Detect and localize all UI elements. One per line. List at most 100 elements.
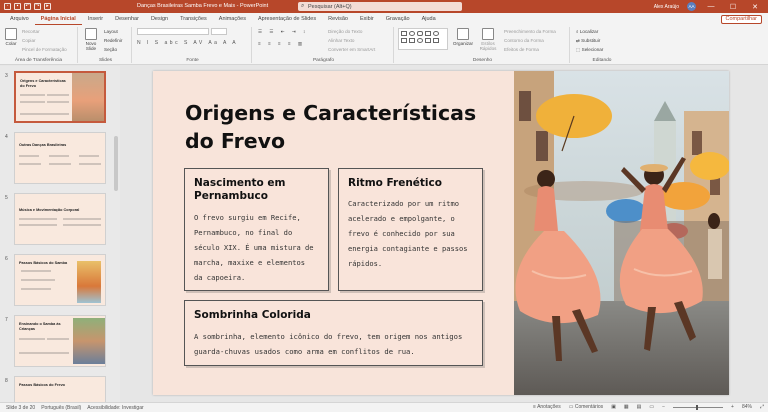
brace-shape-icon[interactable] [433, 38, 439, 43]
tab-exibir[interactable]: Exibir [354, 14, 380, 25]
frevo-dancers-photo[interactable] [514, 71, 729, 395]
card-sombrinha[interactable]: Sombrinha Colorida A sombrinha, elemento… [184, 300, 483, 366]
font-format-buttons[interactable]: N I S abc S AV Aa A A [137, 40, 238, 46]
autosave-icon[interactable]: ◦ [4, 3, 11, 10]
card-heading: Sombrinha Colorida [194, 309, 311, 321]
zoom-in-icon[interactable]: + [731, 404, 734, 410]
title-bar: ◦ ▪ ↶ ↷ ▸ Danças Brasileiras Samba Frevo… [0, 0, 768, 13]
cut-button[interactable]: Recortar [22, 29, 40, 34]
tab-transicoes[interactable]: Transições [174, 14, 213, 25]
slide-sorter-icon[interactable]: ▦ [624, 404, 629, 410]
maximize-button[interactable]: ☐ [726, 3, 740, 11]
circle-shape-icon[interactable] [433, 31, 439, 36]
align-icons[interactable]: ≡ ≡ ≡ ≡ ▥ [258, 41, 305, 47]
normal-view-icon[interactable]: ▣ [611, 404, 616, 410]
slide-thumbnail-panel[interactable]: 3 Origens e Características do Frevo 4 O… [0, 66, 120, 402]
thumbnail-slide-5[interactable]: 5 Música e Movimentação Corporal [0, 193, 120, 249]
close-button[interactable]: ✕ [748, 3, 762, 11]
thumbnail-slide-7[interactable]: 7 Ensinando o Samba às Crianças [0, 315, 120, 371]
save-icon[interactable]: ▪ [14, 3, 21, 10]
textbox-shape-icon[interactable] [425, 31, 431, 36]
tab-desenhar[interactable]: Desenhar [109, 14, 145, 25]
select-button[interactable]: ⬚ Selecionar [576, 47, 603, 53]
star-shape-icon[interactable] [417, 38, 423, 43]
tab-ajuda[interactable]: Ajuda [416, 14, 442, 25]
share-button[interactable]: Compartilhar [720, 15, 762, 24]
line-shape-icon[interactable] [401, 38, 407, 43]
redo-icon[interactable]: ↷ [34, 3, 41, 10]
tab-gravacao[interactable]: Gravação [380, 14, 416, 25]
thumbnail-scrollbar[interactable] [114, 136, 118, 191]
arrange-icon [457, 28, 469, 40]
thumbnail-slide-6[interactable]: 6 Passos Básicos do Samba [0, 254, 120, 310]
slide-canvas[interactable]: Origens e Características do Frevo Nasci… [153, 71, 729, 395]
oval-shape-icon[interactable] [409, 31, 415, 36]
slide-thumbnail[interactable]: Música e Movimentação Corporal [14, 193, 106, 245]
shape-effects-button[interactable]: Efeitos de Forma [504, 47, 539, 52]
quick-styles-icon [482, 28, 494, 40]
arrange-button[interactable]: Organizar [452, 28, 474, 46]
new-slide-button[interactable]: Novo Slide [83, 28, 99, 51]
tab-apresentacao[interactable]: Apresentação de Slides [252, 14, 322, 25]
slideshow-icon[interactable]: ▭ [649, 404, 654, 410]
slide-thumbnail[interactable]: Ensinando o Samba às Crianças [14, 315, 106, 367]
zoom-slider[interactable] [673, 404, 724, 410]
paragraph-group: Direção do Texto Alinhar Texto Converter… [254, 27, 394, 63]
triangle-shape-icon[interactable] [425, 38, 431, 43]
replace-button[interactable]: ⇄ Substituir [576, 38, 600, 44]
tab-inserir[interactable]: Inserir [82, 14, 109, 25]
accessibility-status[interactable]: Acessibilidade: Investigar [87, 405, 143, 411]
smartart-button[interactable]: Converter em SmartArt [328, 47, 375, 52]
zoom-out-icon[interactable]: − [662, 404, 665, 410]
paste-button[interactable]: Colar [3, 28, 19, 46]
layout-button[interactable]: Layout [104, 29, 118, 34]
language-indicator[interactable]: Português (Brasil) [41, 405, 81, 411]
card-ritmo[interactable]: Ritmo Frenético Caracterizado por um rit… [338, 168, 483, 291]
slide-counter: Slide 3 de 20 [6, 404, 36, 411]
shape-fill-button[interactable]: Preenchimento da Forma [504, 29, 556, 34]
zoom-level[interactable]: 84% [742, 404, 752, 410]
user-name[interactable]: Alex Araújo [654, 4, 679, 10]
undo-icon[interactable]: ↶ [24, 3, 31, 10]
find-button[interactable]: ⌕ Localizar [576, 29, 598, 34]
comments-button[interactable]: ▭ Comentários [569, 404, 603, 410]
text-direction-button[interactable]: Direção do Texto [328, 29, 362, 34]
card-nascimento[interactable]: Nascimento em Pernambuco O frevo surgiu … [184, 168, 329, 291]
section-button[interactable]: Seção [104, 47, 117, 52]
thumbnail-slide-3[interactable]: 3 Origens e Características do Frevo [0, 71, 120, 127]
copy-button[interactable]: Copiar [22, 38, 36, 43]
tab-revisao[interactable]: Revisão [322, 14, 354, 25]
rectangle-shape-icon[interactable] [401, 31, 407, 36]
slide-title[interactable]: Origens e Características do Frevo [185, 99, 505, 155]
thumbnail-slide-4[interactable]: 4 Outras Danças Brasileiras [0, 132, 120, 188]
quick-styles-button[interactable]: Estilos Rápidos [476, 28, 500, 51]
slides-label: Slides [98, 58, 113, 63]
shapes-gallery[interactable] [398, 28, 448, 50]
minimize-button[interactable]: — [704, 3, 718, 10]
thumbnail-slide-8[interactable]: 8 Passos Básicos do Frevo [0, 376, 120, 402]
align-text-button[interactable]: Alinhar Texto [328, 38, 354, 43]
ribbon-tab-bar: Arquivo Página Inicial Inserir Desenhar … [0, 13, 768, 25]
search-input[interactable]: ⌕ Pesquisar (Alt+Q) [298, 2, 462, 11]
reading-view-icon[interactable]: ▤ [637, 404, 642, 410]
tab-animacoes[interactable]: Animações [213, 14, 252, 25]
font-size-field[interactable] [211, 28, 227, 35]
slide-thumbnail[interactable]: Origens e Características do Frevo [14, 71, 106, 123]
reset-button[interactable]: Redefinir [104, 38, 122, 43]
list-icons[interactable]: ☰ ☰ ⇤ ⇥ ↕ [258, 29, 308, 35]
font-name-field[interactable] [137, 28, 209, 35]
start-from-beginning-icon[interactable]: ▸ [44, 3, 51, 10]
format-painter-button[interactable]: Pincel de Formatação [22, 47, 67, 52]
tab-design[interactable]: Design [145, 14, 174, 25]
rounded-rect-shape-icon[interactable] [417, 31, 423, 36]
slide-thumbnail[interactable]: Passos Básicos do Frevo [14, 376, 106, 402]
shape-outline-button[interactable]: Contorno da Forma [504, 38, 544, 43]
slide-thumbnail[interactable]: Passos Básicos do Samba [14, 254, 106, 306]
fit-slide-icon[interactable]: ⤢ [760, 404, 764, 410]
tab-pagina-inicial[interactable]: Página Inicial [34, 14, 82, 25]
avatar[interactable]: AA [687, 2, 696, 11]
slide-thumbnail[interactable]: Outras Danças Brasileiras [14, 132, 106, 184]
arrow-shape-icon[interactable] [409, 38, 415, 43]
notes-button[interactable]: ≡ Anotações [533, 404, 561, 410]
tab-arquivo[interactable]: Arquivo [4, 14, 35, 25]
